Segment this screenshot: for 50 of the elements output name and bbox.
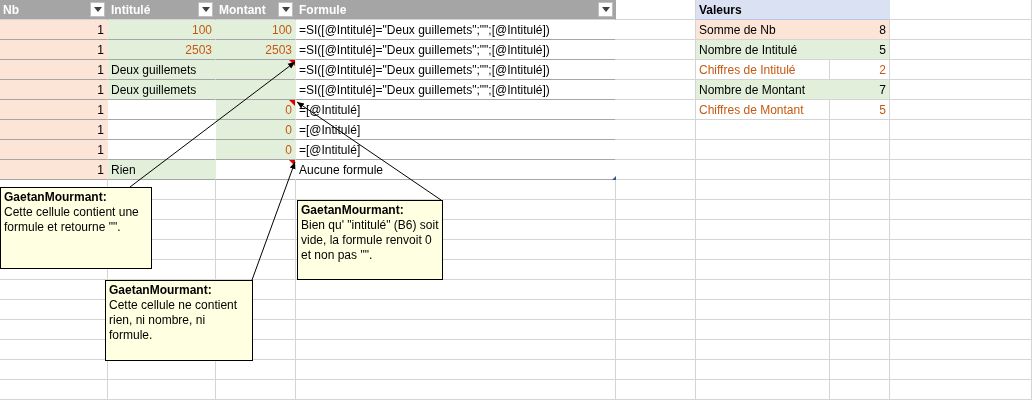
cell-text: =SI([@Intitulé]="Deux guillemets";"";[@Intitulé]) xyxy=(299,22,550,37)
header-label: Montant xyxy=(219,2,266,17)
caret-icon xyxy=(93,7,102,12)
filter-button[interactable] xyxy=(198,2,213,17)
cell-text: 1 xyxy=(97,42,104,57)
header-label: Nb xyxy=(3,2,19,17)
cell-text: 0 xyxy=(285,142,292,157)
comment-text: Bien qu' "intitulé" (B6) soit vide, la formule renvoit 0 et non pas "". xyxy=(301,218,439,263)
pivot-value: 8 xyxy=(830,20,890,40)
filter-button[interactable] xyxy=(90,2,105,17)
cell-text: 0 xyxy=(285,102,292,117)
pivot-value: 7 xyxy=(830,80,890,100)
pivot-label: Nombre de Montant xyxy=(696,80,830,100)
cell-text: 1 xyxy=(97,82,104,97)
pivot-value: 5 xyxy=(830,40,890,60)
pivot-label: Nombre de Intitulé xyxy=(696,40,830,60)
cell-text: 0 xyxy=(285,122,292,137)
resize-handle-icon[interactable] xyxy=(612,176,616,180)
cell-text: 1 xyxy=(97,102,104,117)
header-label: Formule xyxy=(299,2,347,17)
cell-text: 1 xyxy=(97,162,104,177)
comment-text: Cette cellule ne contient rien, ni nombre, ni formule. xyxy=(109,298,239,343)
caret-icon xyxy=(601,7,610,12)
comment-author: GaetanMourmant: xyxy=(4,190,107,205)
cell-text: 100 xyxy=(191,22,212,37)
pivot-label: Somme de Nb xyxy=(696,20,830,40)
cell-text: 1 xyxy=(97,122,104,137)
cell-text: Deux guillemets xyxy=(111,82,197,97)
cell-text: =SI([@Intitulé]="Deux guillemets";"";[@Intitulé]) xyxy=(299,82,550,97)
comment-text: Cette cellule contient une formule et retourne "". xyxy=(4,205,140,235)
cell-text: =SI([@Intitulé]="Deux guillemets";"";[@Intitulé]) xyxy=(299,42,550,57)
cell-text: Aucune formule xyxy=(299,162,384,177)
cell-text: =SI([@Intitulé]="Deux guillemets";"";[@Intitulé]) xyxy=(299,62,550,77)
cell-text: =[@Intitulé] xyxy=(299,142,361,157)
cell-text: 2503 xyxy=(265,42,292,57)
cell-text: 2503 xyxy=(185,42,212,57)
filter-button[interactable] xyxy=(278,2,293,17)
header-label: Intitulé xyxy=(111,2,151,17)
pivot-header: Valeurs xyxy=(696,0,890,20)
filter-button[interactable] xyxy=(598,2,613,17)
caret-icon xyxy=(281,7,290,12)
cell-text: 1 xyxy=(97,22,104,37)
cell-text: Rien xyxy=(111,162,136,177)
caret-icon xyxy=(201,7,210,12)
cell-text: 1 xyxy=(97,62,104,77)
cell-text: 1 xyxy=(97,142,104,157)
cell-text: 100 xyxy=(271,22,292,37)
comment-author: GaetanMourmant: xyxy=(301,203,404,218)
comment-author: GaetanMourmant: xyxy=(109,283,212,298)
cell-text: Deux guillemets xyxy=(111,62,197,77)
